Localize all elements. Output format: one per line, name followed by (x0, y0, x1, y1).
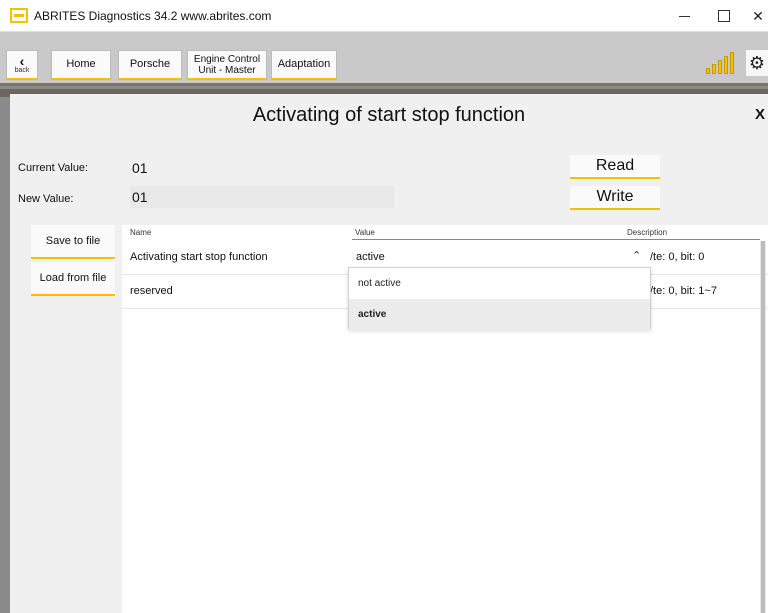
current-value-label: Current Value: (18, 162, 89, 174)
column-header-description: Description (627, 228, 668, 237)
column-header-value: Value (355, 228, 375, 237)
adaptation-panel: Activating of start stop function X Curr… (10, 94, 768, 613)
page-title: Activating of start stop function (252, 104, 526, 126)
breadcrumb-ecu[interactable]: Engine Control Unit - Master (187, 50, 267, 80)
gear-icon[interactable]: ⚙ (746, 50, 768, 76)
minimize-button[interactable] (664, 0, 704, 32)
read-button[interactable]: Read (570, 155, 660, 179)
vertical-scrollbar[interactable] (760, 241, 766, 613)
back-button[interactable]: ‹ back (6, 50, 38, 80)
chevron-up-icon[interactable]: ⌃ (632, 249, 641, 262)
value-dropdown-list: not active active (348, 267, 651, 330)
current-value-field: 01 (132, 160, 148, 176)
ecu-label-line1: Engine Control (193, 53, 261, 65)
window-title: ABRITES Diagnostics 34.2 www.abrites.com (34, 9, 272, 23)
new-value-field[interactable]: 01 (130, 186, 394, 208)
value-select[interactable]: active (356, 251, 385, 263)
cell-name: Activating start stop function (130, 251, 268, 263)
abrites-logo-icon (10, 8, 28, 23)
header-divider (352, 239, 760, 240)
ecu-label-line2: Unit - Master (198, 64, 256, 76)
write-button[interactable]: Write (570, 186, 660, 210)
breadcrumb-adaptation[interactable]: Adaptation (271, 50, 337, 80)
new-value-label: New Value: (18, 193, 74, 205)
breadcrumb-bar: ‹ back Home Porsche Engine Control Unit -… (0, 32, 768, 86)
back-label: back (14, 66, 30, 74)
chevron-left-icon: ‹ (19, 52, 25, 69)
dropdown-option-not-active[interactable]: not active (349, 268, 650, 299)
cell-description: /te: 0, bit: 1~7 (650, 285, 717, 297)
title-bar: ABRITES Diagnostics 34.2 www.abrites.com (0, 0, 768, 32)
breadcrumb-ecu-label: Engine Control Unit - Master (194, 54, 260, 76)
dropdown-option-active[interactable]: active (349, 299, 650, 330)
breadcrumb-porsche[interactable]: Porsche (118, 50, 182, 80)
column-header-name: Name (130, 228, 152, 237)
close-window-button[interactable] (738, 0, 768, 32)
save-to-file-button[interactable]: Save to file (31, 225, 115, 259)
scrollbar-thumb[interactable] (761, 241, 765, 613)
cell-name: reserved (130, 285, 173, 297)
load-from-file-button[interactable]: Load from file (31, 262, 115, 296)
signal-strength-icon (706, 52, 736, 74)
breadcrumb-home[interactable]: Home (51, 50, 111, 80)
close-panel-button[interactable]: X (755, 106, 765, 123)
cell-description: /te: 0, bit: 0 (650, 251, 705, 263)
